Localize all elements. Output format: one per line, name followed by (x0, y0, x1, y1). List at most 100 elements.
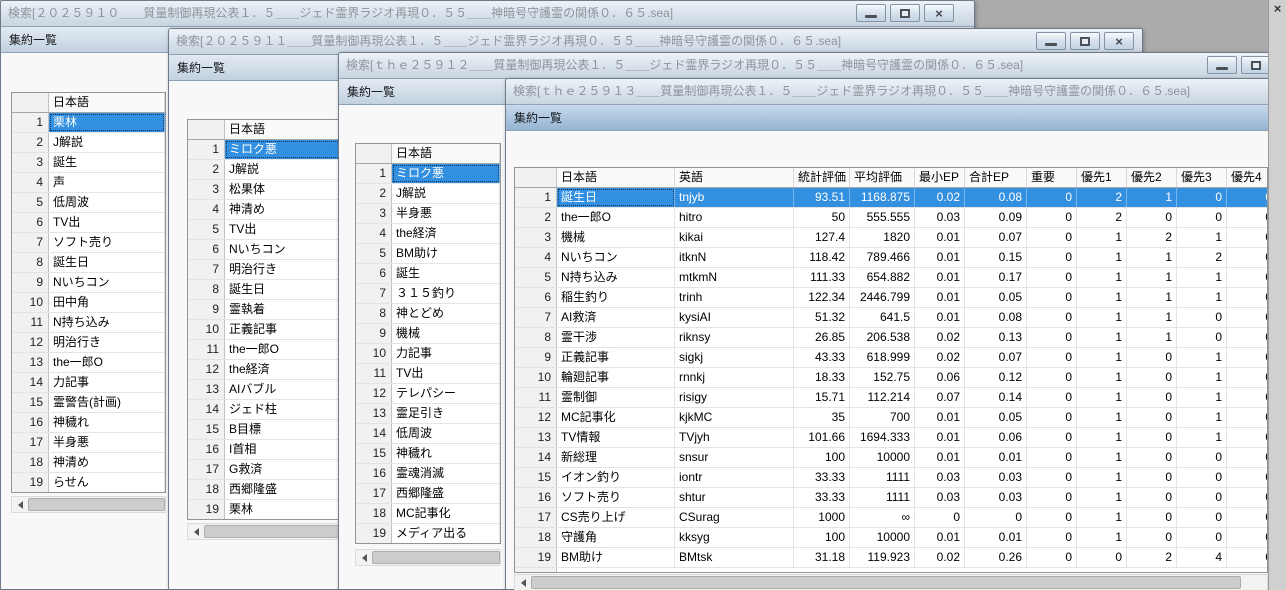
priority1-cell[interactable]: 1 (1077, 268, 1127, 287)
japanese-cell[interactable]: 機械 (557, 228, 675, 247)
japanese-cell[interactable]: 稲生釣り (557, 288, 675, 307)
english-cell[interactable]: kysiAI (675, 308, 794, 327)
japanese-cell[interactable]: N持ち込み (49, 313, 165, 332)
table-row[interactable]: 11 TV出 (356, 364, 500, 384)
stat-eval-cell[interactable]: 33.33 (794, 488, 850, 507)
japanese-cell[interactable]: BM助け (392, 244, 500, 263)
important-cell[interactable]: 0 (1027, 508, 1077, 527)
row-number-cell[interactable]: 17 (188, 460, 225, 479)
japanese-cell[interactable]: 明治行き (49, 333, 165, 352)
column-header-min-ep[interactable]: 最小EP (915, 168, 965, 187)
priority1-cell[interactable]: 2 (1077, 188, 1127, 207)
row-number-cell[interactable]: 11 (356, 364, 392, 383)
min-ep-cell[interactable]: 0.01 (915, 428, 965, 447)
row-number-cell[interactable]: 4 (12, 173, 49, 192)
table-row[interactable]: 4 神清め (188, 200, 341, 220)
avg-eval-cell[interactable]: 1111 (850, 468, 915, 487)
important-cell[interactable]: 0 (1027, 548, 1077, 567)
table-row[interactable]: 19 らせん (12, 473, 165, 493)
english-cell[interactable]: trinh (675, 288, 794, 307)
priority3-cell[interactable]: 1 (1177, 288, 1227, 307)
table-row[interactable]: 14 力記事 (12, 373, 165, 393)
japanese-cell[interactable]: the経済 (225, 360, 341, 379)
row-number-cell[interactable]: 4 (188, 200, 225, 219)
row-number-cell[interactable]: 6 (515, 288, 557, 307)
english-cell[interactable]: itknN (675, 248, 794, 267)
important-cell[interactable]: 0 (1027, 428, 1077, 447)
avg-eval-cell[interactable]: 555.555 (850, 208, 915, 227)
min-ep-cell[interactable]: 0.03 (915, 208, 965, 227)
japanese-cell[interactable]: CS売り上げ (557, 508, 675, 527)
priority4-cell[interactable]: 0 (1227, 448, 1268, 467)
japanese-cell[interactable]: 霊魂消滅 (392, 464, 500, 483)
table-row[interactable]: 19 BM助け BMtsk 31.18 119.923 0.02 0.26 0 … (515, 548, 1268, 568)
priority3-cell[interactable]: 1 (1177, 408, 1227, 427)
table-row[interactable]: 4 声 (12, 173, 165, 193)
total-ep-cell[interactable]: 0.15 (965, 248, 1027, 267)
priority3-cell[interactable]: 0 (1177, 448, 1227, 467)
japanese-cell[interactable]: 声 (49, 173, 165, 192)
scroll-left-button[interactable] (515, 575, 531, 590)
english-cell[interactable]: kksyg (675, 528, 794, 547)
japanese-cell[interactable]: J解説 (225, 160, 341, 179)
english-cell[interactable]: kjkMC (675, 408, 794, 427)
priority1-cell[interactable]: 1 (1077, 348, 1127, 367)
important-cell[interactable]: 0 (1027, 268, 1077, 287)
scrollbar-thumb[interactable] (531, 576, 1241, 589)
row-number-cell[interactable]: 9 (515, 348, 557, 367)
important-cell[interactable]: 0 (1027, 528, 1077, 547)
stat-eval-cell[interactable]: 111.33 (794, 268, 850, 287)
row-number-cell[interactable]: 8 (188, 280, 225, 299)
row-number-cell[interactable]: 15 (515, 468, 557, 487)
table-row[interactable]: 15 イオン釣り iontr 33.33 1111 0.03 0.03 0 1 … (515, 468, 1268, 488)
priority3-cell[interactable]: 0 (1177, 468, 1227, 487)
table-row[interactable]: 14 ジェド柱 (188, 400, 341, 420)
row-number-cell[interactable]: 15 (188, 420, 225, 439)
priority4-cell[interactable]: 0 (1227, 408, 1268, 427)
row-number-cell[interactable]: 16 (515, 488, 557, 507)
avg-eval-cell[interactable]: 618.999 (850, 348, 915, 367)
row-number-cell[interactable]: 10 (188, 320, 225, 339)
japanese-cell[interactable]: 力記事 (49, 373, 165, 392)
row-number-cell[interactable]: 8 (12, 253, 49, 272)
row-number-cell[interactable]: 17 (356, 484, 392, 503)
priority2-cell[interactable]: 0 (1127, 428, 1177, 447)
priority2-cell[interactable]: 0 (1127, 368, 1177, 387)
column-header-stat-eval[interactable]: 統計評価 (794, 168, 850, 187)
avg-eval-cell[interactable]: 10000 (850, 448, 915, 467)
priority1-cell[interactable]: 1 (1077, 468, 1127, 487)
table-row[interactable]: 8 霊干渉 riknsy 26.85 206.538 0.02 0.13 0 1… (515, 328, 1268, 348)
table-row[interactable]: 18 神清め (12, 453, 165, 473)
japanese-cell[interactable]: B目標 (225, 420, 341, 439)
important-cell[interactable]: 0 (1027, 248, 1077, 267)
column-header-avg-eval[interactable]: 平均評価 (850, 168, 915, 187)
min-ep-cell[interactable]: 0.02 (915, 348, 965, 367)
total-ep-cell[interactable]: 0.01 (965, 528, 1027, 547)
horizontal-scrollbar[interactable] (355, 549, 501, 566)
stat-eval-cell[interactable]: 35 (794, 408, 850, 427)
priority1-cell[interactable]: 1 (1077, 488, 1127, 507)
row-number-cell[interactable]: 2 (515, 208, 557, 227)
stat-eval-cell[interactable]: 43.33 (794, 348, 850, 367)
japanese-cell[interactable]: メディア出る (392, 524, 500, 543)
row-number-cell[interactable]: 8 (515, 328, 557, 347)
min-ep-cell[interactable]: 0.03 (915, 488, 965, 507)
english-cell[interactable]: kikai (675, 228, 794, 247)
minimize-button[interactable] (856, 4, 886, 22)
japanese-cell[interactable]: 正義記事 (557, 348, 675, 367)
table-row[interactable]: 5 低周波 (12, 193, 165, 213)
english-cell[interactable]: mtkmN (675, 268, 794, 287)
japanese-cell[interactable]: 誕生日 (557, 188, 675, 207)
column-header-priority4[interactable]: 優先4 (1227, 168, 1268, 187)
english-cell[interactable]: BMtsk (675, 548, 794, 567)
priority1-cell[interactable]: 1 (1077, 508, 1127, 527)
row-number-cell[interactable]: 12 (515, 408, 557, 427)
column-header-japanese[interactable]: 日本語 (557, 168, 675, 187)
stat-eval-cell[interactable]: 101.66 (794, 428, 850, 447)
min-ep-cell[interactable]: 0.01 (915, 308, 965, 327)
avg-eval-cell[interactable]: 119.923 (850, 548, 915, 567)
table-row[interactable]: 13 AIバブル (188, 380, 341, 400)
japanese-cell[interactable]: 明治行き (225, 260, 341, 279)
english-cell[interactable]: shtur (675, 488, 794, 507)
priority1-cell[interactable]: 1 (1077, 448, 1127, 467)
